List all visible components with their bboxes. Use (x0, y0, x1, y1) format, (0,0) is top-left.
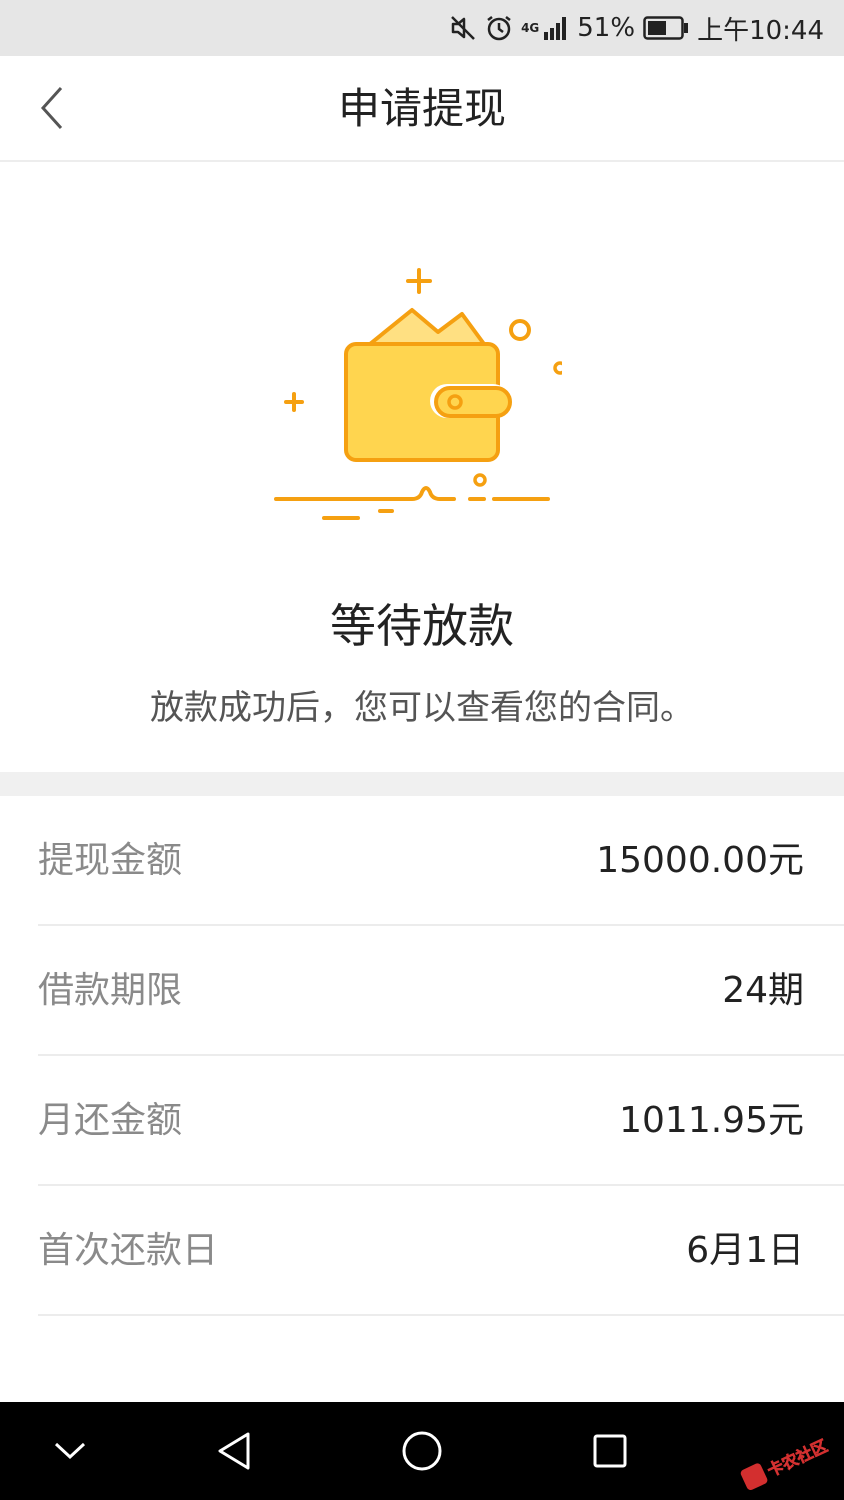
wallet-icon (274, 268, 562, 520)
back-triangle-icon (218, 1432, 250, 1470)
detail-value: 6月1日 (686, 1230, 804, 1271)
system-home-button[interactable] (372, 1402, 472, 1500)
detail-label: 提现金额 (38, 840, 183, 881)
system-recents-button[interactable] (560, 1402, 660, 1500)
network-type: 4G (521, 21, 540, 35)
detail-row-amount: 提现金额 15000.00元 (38, 796, 844, 926)
detail-value: 15000.00元 (596, 840, 804, 881)
chevron-down-icon (54, 1442, 86, 1460)
home-circle-icon (402, 1431, 442, 1471)
section-divider (0, 772, 844, 796)
app-header: 申请提现 (0, 56, 844, 162)
system-nav-bar: 卡农社区 (0, 1402, 844, 1500)
watermark-text: 卡农社区 (764, 1436, 830, 1480)
status-hero: 等待放款 放款成功后，您可以查看您的合同。 (0, 162, 844, 772)
hide-nav-button[interactable] (20, 1402, 120, 1500)
system-back-button[interactable] (184, 1402, 284, 1500)
detail-value: 1011.95元 (619, 1100, 804, 1141)
detail-label: 首次还款日 (38, 1230, 219, 1271)
battery-percent: 51% (577, 13, 636, 43)
withdrawal-details: 提现金额 15000.00元 借款期限 24期 月还金额 1011.95元 首次… (0, 796, 844, 1316)
recents-square-icon (593, 1434, 627, 1468)
chevron-left-icon (40, 86, 63, 130)
back-button[interactable] (22, 78, 82, 138)
detail-value: 24期 (722, 970, 804, 1011)
watermark-logo: 卡农社区 (740, 1436, 831, 1491)
alarm-icon (485, 14, 513, 42)
detail-label: 借款期限 (38, 970, 183, 1011)
mute-icon (449, 14, 477, 42)
detail-label: 月还金额 (38, 1100, 183, 1141)
signal-icon: 4G (521, 14, 569, 42)
battery-icon (643, 15, 689, 41)
detail-row-term: 借款期限 24期 (38, 926, 844, 1056)
page-title: 申请提现 (337, 84, 506, 133)
status-title: 等待放款 (330, 599, 514, 653)
detail-row-monthly-payment: 月还金额 1011.95元 (38, 1056, 844, 1186)
status-bar: 4G 51% 上午10:44 (0, 0, 844, 56)
detail-row-first-repayment: 首次还款日 6月1日 (38, 1186, 844, 1316)
status-subtitle: 放款成功后，您可以查看您的合同。 (150, 688, 694, 728)
status-time: 上午10:44 (697, 15, 824, 46)
